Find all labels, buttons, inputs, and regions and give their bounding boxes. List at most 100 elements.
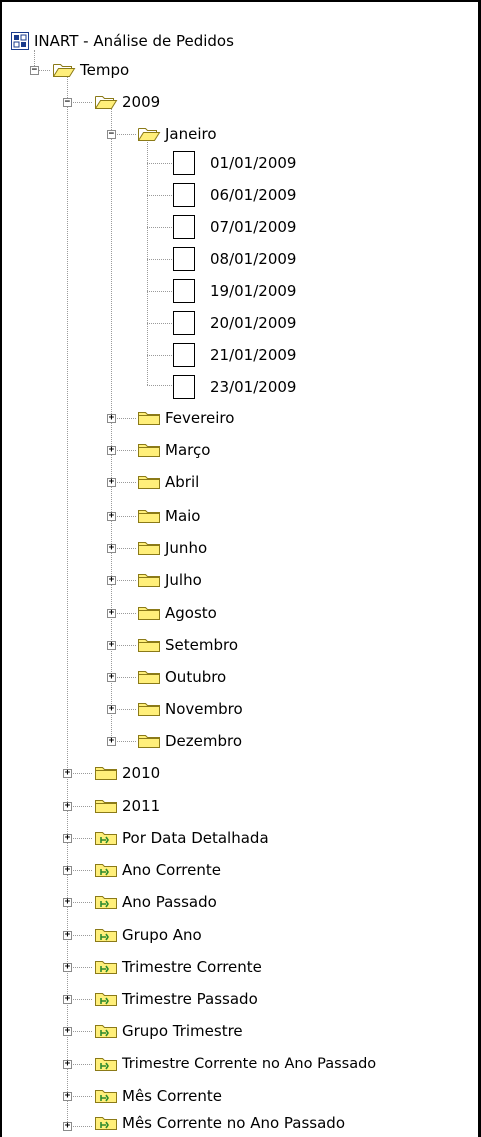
- tree-node-month[interactable]: Dezembro: [137, 725, 242, 757]
- guide-line: [147, 259, 172, 260]
- expand-plus-icon[interactable]: +: [107, 512, 116, 521]
- expand-plus-icon[interactable]: +: [63, 769, 72, 778]
- tree-node-hierarchy[interactable]: Trimestre Corrente: [94, 951, 262, 983]
- tree-leaf-day[interactable]: 23/01/2009: [172, 371, 296, 403]
- expand-plus-icon[interactable]: +: [107, 737, 116, 746]
- expand-plus-icon[interactable]: +: [107, 641, 116, 650]
- tree-node-label: Maio: [165, 507, 201, 525]
- member-box-icon: [172, 246, 196, 272]
- tree-node-2009[interactable]: 2009: [94, 86, 160, 118]
- folder-open-icon: [94, 93, 118, 111]
- tree-node-label: Por Data Detalhada: [122, 829, 269, 847]
- tree-node-year[interactable]: 2011: [94, 790, 160, 822]
- expand-plus-icon[interactable]: +: [63, 866, 72, 875]
- tree-node-label: Fevereiro: [165, 409, 235, 427]
- tree-node-label: Ano Passado: [122, 893, 217, 911]
- tree-node-label: Janeiro: [165, 125, 217, 143]
- tree-node-label: Mês Corrente: [122, 1087, 222, 1105]
- expand-plus-icon[interactable]: +: [63, 1060, 72, 1069]
- tree-node-hierarchy[interactable]: Ano Corrente: [94, 854, 221, 886]
- tree-node-hierarchy[interactable]: Trimestre Passado: [94, 983, 258, 1015]
- collapse-minus-icon[interactable]: −: [107, 130, 116, 139]
- tree-leaf-day[interactable]: 21/01/2009: [172, 339, 296, 371]
- tree-node-label: Novembro: [165, 700, 243, 718]
- tree-leaf-day[interactable]: 01/01/2009: [172, 147, 296, 179]
- member-box-icon: [172, 310, 196, 336]
- tree-node-janeiro[interactable]: Janeiro: [137, 118, 217, 150]
- tree-node-hierarchy[interactable]: Por Data Detalhada: [94, 822, 269, 854]
- expand-plus-icon[interactable]: +: [63, 898, 72, 907]
- expand-plus-icon[interactable]: +: [63, 1122, 72, 1131]
- tree-leaf-day[interactable]: 20/01/2009: [172, 307, 296, 339]
- expand-plus-icon[interactable]: +: [107, 478, 116, 487]
- hierarchy-folder-icon: [94, 893, 118, 911]
- tree-leaf-day[interactable]: 06/01/2009: [172, 179, 296, 211]
- tree-node-month[interactable]: Novembro: [137, 693, 243, 725]
- tree-node-month[interactable]: Fevereiro: [137, 402, 234, 434]
- day-label: 23/01/2009: [210, 378, 297, 396]
- tree-root-label: INART - Análise de Pedidos: [34, 32, 234, 50]
- collapse-minus-icon[interactable]: −: [63, 98, 72, 107]
- expand-plus-icon[interactable]: +: [107, 609, 116, 618]
- expand-plus-icon[interactable]: +: [107, 673, 116, 682]
- member-box-icon: [172, 150, 196, 176]
- expand-plus-icon[interactable]: +: [107, 544, 116, 553]
- expand-plus-icon[interactable]: +: [107, 576, 116, 585]
- tree-node-month[interactable]: Julho: [137, 564, 202, 596]
- tree-node-label: Outubro: [165, 668, 227, 686]
- guide-line: [147, 385, 172, 386]
- tree-leaf-day[interactable]: 08/01/2009: [172, 243, 296, 275]
- tree-node-year[interactable]: 2010: [94, 757, 160, 789]
- expand-plus-icon[interactable]: +: [107, 414, 116, 423]
- day-label: 06/01/2009: [210, 186, 297, 204]
- hierarchy-folder-icon: [94, 1114, 118, 1132]
- tree-node-tempo[interactable]: Tempo: [52, 54, 129, 86]
- tree-node-hierarchy[interactable]: Grupo Trimestre: [94, 1015, 243, 1047]
- tree-leaf-day[interactable]: 19/01/2009: [172, 275, 296, 307]
- tree-node-hierarchy[interactable]: Ano Passado: [94, 886, 217, 918]
- expand-plus-icon[interactable]: +: [63, 963, 72, 972]
- folder-icon: [137, 473, 161, 491]
- tree-node-hierarchy[interactable]: Trimestre Corrente no Ano Passado: [94, 1048, 376, 1080]
- tree-node-month[interactable]: Setembro: [137, 629, 238, 661]
- tree-node-hierarchy[interactable]: Mês Corrente no Ano Passado: [94, 1108, 345, 1137]
- tree-view[interactable]: INART - Análise de Pedidos − Tempo − 200…: [0, 0, 481, 1137]
- expand-plus-icon[interactable]: +: [63, 1092, 72, 1101]
- tree-node-label: 2010: [122, 764, 161, 782]
- expand-plus-icon[interactable]: +: [63, 995, 72, 1004]
- hierarchy-folder-icon: [94, 958, 118, 976]
- tree-node-month[interactable]: Março: [137, 434, 210, 466]
- collapse-minus-icon[interactable]: −: [30, 66, 39, 75]
- hierarchy-folder-icon: [94, 861, 118, 879]
- tree-node-label: Tempo: [80, 61, 130, 79]
- tree-root[interactable]: INART - Análise de Pedidos: [10, 25, 234, 57]
- tree-node-label: Trimestre Corrente: [122, 958, 262, 976]
- guide-line: [147, 323, 172, 324]
- hierarchy-folder-icon: [94, 1022, 118, 1040]
- expand-plus-icon[interactable]: +: [63, 931, 72, 940]
- tree-node-label: Trimestre Corrente no Ano Passado: [122, 1056, 377, 1072]
- folder-icon: [137, 604, 161, 622]
- tree-leaf-day[interactable]: 07/01/2009: [172, 211, 296, 243]
- tree-node-label: 2011: [122, 797, 161, 815]
- tree-node-hierarchy[interactable]: Grupo Ano: [94, 919, 202, 951]
- tree-node-month[interactable]: Maio: [137, 500, 200, 532]
- expand-plus-icon[interactable]: +: [63, 1027, 72, 1036]
- expand-plus-icon[interactable]: +: [63, 802, 72, 811]
- hierarchy-folder-icon: [94, 926, 118, 944]
- member-box-icon: [172, 374, 196, 400]
- guide-line: [147, 140, 148, 385]
- tree-node-month[interactable]: Outubro: [137, 661, 226, 693]
- expand-plus-icon[interactable]: +: [63, 834, 72, 843]
- tree-node-label: Ano Corrente: [122, 861, 221, 879]
- tree-node-label: Dezembro: [165, 732, 243, 750]
- tree-node-month[interactable]: Agosto: [137, 597, 217, 629]
- guide-line: [147, 195, 172, 196]
- tree-node-month[interactable]: Junho: [137, 532, 207, 564]
- tree-node-label: Setembro: [165, 636, 239, 654]
- expand-plus-icon[interactable]: +: [107, 446, 116, 455]
- expand-plus-icon[interactable]: +: [107, 705, 116, 714]
- member-box-icon: [172, 214, 196, 240]
- member-box-icon: [172, 182, 196, 208]
- tree-node-month[interactable]: Abril: [137, 466, 199, 498]
